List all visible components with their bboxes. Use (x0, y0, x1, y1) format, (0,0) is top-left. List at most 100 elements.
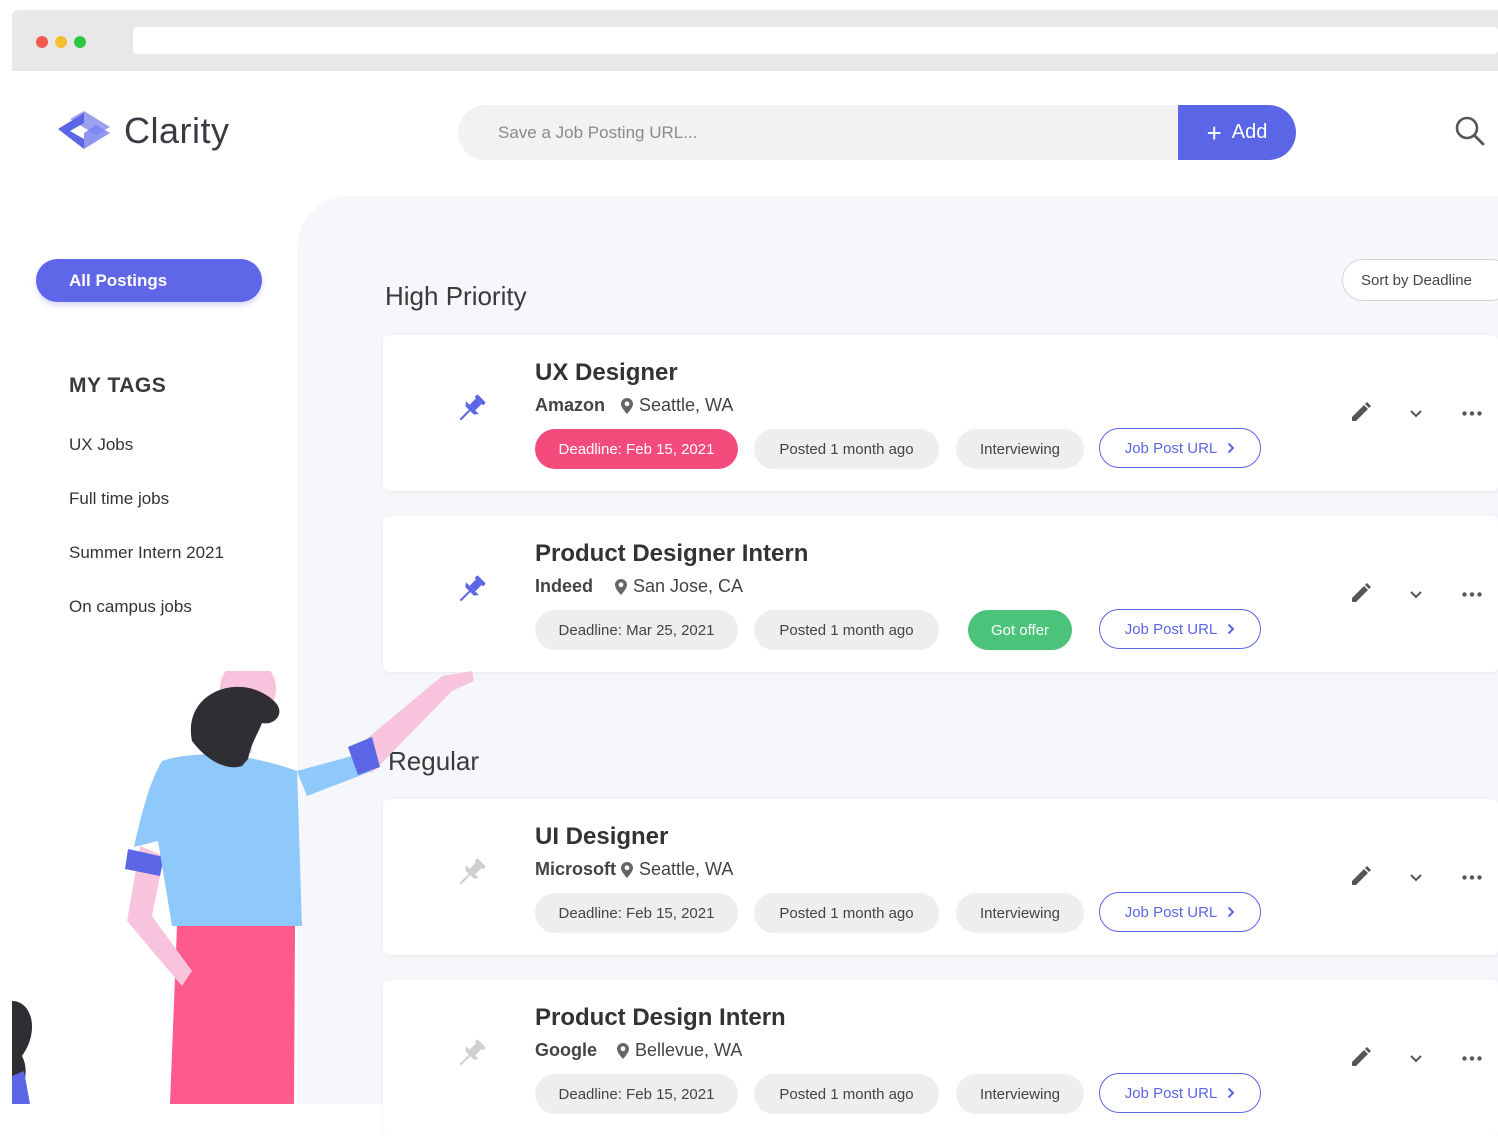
posting-location-text: Seattle, WA (639, 395, 734, 415)
job-post-url-label: Job Post URL (1124, 439, 1218, 457)
pencil-icon (1352, 583, 1371, 602)
posting-company: Amazon (535, 395, 606, 415)
location-pin-icon (621, 861, 633, 878)
posting-company: Microsoft (535, 859, 616, 879)
more-dots-icon (1462, 591, 1482, 597)
posting-title[interactable]: Product Design Intern (535, 1004, 786, 1032)
my-tags-heading: MY TAGS (69, 374, 167, 397)
chevron-down-icon (1410, 590, 1422, 598)
posting-card[interactable]: Product Designer Intern Indeed San Jose,… (383, 516, 1498, 672)
posting-card[interactable]: Product Design Intern Google Bellevue, W… (383, 980, 1498, 1136)
chevron-down-icon (1410, 409, 1422, 417)
job-post-url-button[interactable]: Job Post URL (1099, 892, 1261, 932)
card-actions (1332, 399, 1498, 427)
chevron-right-icon (1228, 623, 1235, 635)
window-maximize-dot[interactable] (74, 36, 86, 48)
save-url-input[interactable] (458, 105, 1158, 160)
card-actions (1332, 1044, 1498, 1072)
search-icon[interactable] (1454, 115, 1486, 147)
chevron-right-icon (1228, 442, 1235, 454)
posting-location: Seattle, WA (621, 395, 733, 416)
posting-location: San Jose, CA (615, 576, 743, 597)
posting-company: Indeed (535, 576, 594, 596)
plus-icon: + (1206, 117, 1222, 148)
job-post-url-button[interactable]: Job Post URL (1099, 1073, 1261, 1113)
pin-icon[interactable] (453, 572, 489, 608)
more-dots-icon (1462, 410, 1482, 416)
posting-title[interactable]: Product Designer Intern (535, 540, 808, 568)
deadline-chip: Deadline: Feb 15, 2021 (535, 893, 738, 933)
pencil-icon (1352, 402, 1371, 421)
job-post-url-label: Job Post URL (1124, 903, 1218, 921)
sidebar-tag-full-time-jobs[interactable]: Full time jobs (69, 489, 169, 509)
more-options-button[interactable] (1444, 1044, 1498, 1072)
chevron-down-icon (1410, 873, 1422, 881)
section-title-high-priority: High Priority (385, 281, 527, 311)
window-close-dot[interactable] (36, 36, 48, 48)
location-pin-icon (617, 1042, 629, 1059)
window-minimize-dot[interactable] (55, 36, 67, 48)
location-pin-icon (621, 397, 633, 414)
logo[interactable]: Clarity (56, 109, 230, 153)
browser-chrome (12, 10, 1498, 71)
posting-card[interactable]: UI Designer Microsoft Seattle, WA Deadli… (383, 799, 1498, 955)
status-chip[interactable]: Interviewing (956, 1074, 1084, 1114)
posting-title[interactable]: UI Designer (535, 823, 668, 851)
job-post-url-label: Job Post URL (1124, 620, 1218, 638)
all-postings-button[interactable]: All Postings (36, 259, 262, 302)
add-button[interactable]: + Add (1178, 105, 1296, 160)
more-dots-icon (1462, 874, 1482, 880)
more-dots-icon (1462, 1055, 1482, 1061)
expand-button[interactable] (1388, 1044, 1444, 1072)
deadline-chip: Deadline: Feb 15, 2021 (535, 1074, 738, 1114)
deadline-chip: Deadline: Mar 25, 2021 (535, 610, 738, 650)
expand-button[interactable] (1388, 580, 1444, 608)
posted-chip: Posted 1 month ago (754, 893, 939, 933)
posting-location: Bellevue, WA (617, 1040, 742, 1061)
more-options-button[interactable] (1444, 863, 1498, 891)
job-post-url-button[interactable]: Job Post URL (1099, 428, 1261, 468)
card-actions (1332, 580, 1498, 608)
status-chip[interactable]: Interviewing (956, 893, 1084, 933)
more-options-button[interactable] (1444, 399, 1498, 427)
posting-location: Seattle, WA (621, 859, 733, 880)
save-url-bar: + Add (458, 105, 1296, 160)
expand-button[interactable] (1388, 399, 1444, 427)
status-chip[interactable]: Interviewing (956, 429, 1084, 469)
edit-button[interactable] (1332, 580, 1388, 608)
posting-card[interactable]: UX Designer Amazon Seattle, WA Deadline:… (383, 335, 1498, 491)
posting-location-text: Seattle, WA (639, 859, 734, 879)
deadline-chip: Deadline: Feb 15, 2021 (535, 429, 738, 469)
logo-text: Clarity (124, 110, 230, 151)
sidebar-tag-on-campus-jobs[interactable]: On campus jobs (69, 597, 192, 617)
sort-dropdown[interactable]: Sort by Deadline (1342, 259, 1498, 301)
edit-button[interactable] (1332, 863, 1388, 891)
posting-location-text: Bellevue, WA (635, 1040, 743, 1060)
edit-button[interactable] (1332, 399, 1388, 427)
more-options-button[interactable] (1444, 580, 1498, 608)
posted-chip: Posted 1 month ago (754, 610, 939, 650)
pin-icon[interactable] (453, 391, 489, 427)
expand-button[interactable] (1388, 863, 1444, 891)
chevron-right-icon (1228, 906, 1235, 918)
posted-chip: Posted 1 month ago (754, 1074, 939, 1114)
card-actions (1332, 863, 1498, 891)
job-post-url-label: Job Post URL (1124, 1084, 1218, 1102)
edit-button[interactable] (1332, 1044, 1388, 1072)
location-pin-icon (615, 578, 627, 595)
job-post-url-button[interactable]: Job Post URL (1099, 609, 1261, 649)
status-chip[interactable]: Got offer (968, 610, 1072, 650)
posting-title[interactable]: UX Designer (535, 359, 678, 387)
address-bar[interactable] (133, 27, 1498, 54)
clarity-logo-icon (58, 111, 110, 149)
chevron-right-icon (1228, 1087, 1235, 1099)
sidebar-tag-ux-jobs[interactable]: UX Jobs (69, 435, 133, 455)
pencil-icon (1352, 866, 1371, 885)
pencil-icon (1352, 1047, 1371, 1066)
posted-chip: Posted 1 month ago (754, 429, 939, 469)
app-page: Clarity + Add All Postings MY TAGS UX Jo… (12, 71, 1498, 1136)
sidebar-tag-summer-intern-2021[interactable]: Summer Intern 2021 (69, 543, 224, 563)
posting-company: Google (535, 1040, 597, 1060)
chevron-down-icon (1410, 1054, 1422, 1062)
posting-location-text: San Jose, CA (633, 576, 744, 596)
